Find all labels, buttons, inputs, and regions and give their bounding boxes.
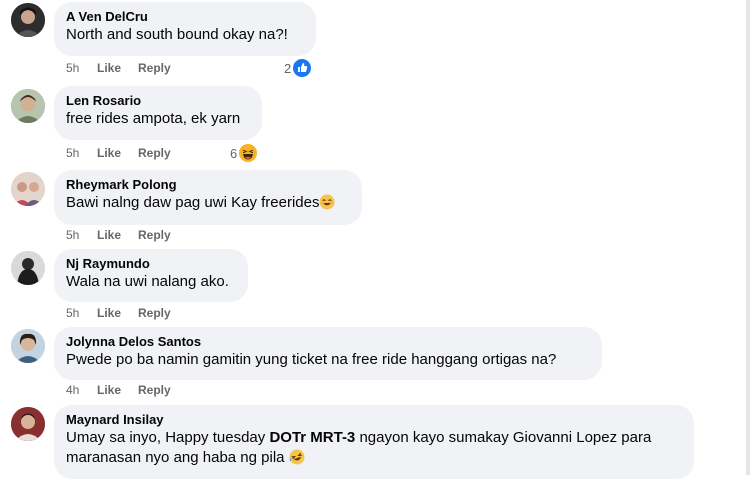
comment-bubble: Len Rosario free rides ampota, ek yarn [54,86,262,140]
reply-button[interactable]: Reply [138,146,171,160]
laughing-icon [289,449,305,471]
like-button[interactable]: Like [97,228,138,242]
reply-button[interactable]: Reply [138,306,171,320]
reply-button[interactable]: Reply [138,228,171,242]
like-button[interactable]: Like [97,306,138,320]
comment-time[interactable]: 5h [66,228,97,242]
comment-author[interactable]: Jolynna Delos Santos [66,333,590,350]
comment-text-body: Umay sa inyo, Happy tuesday [66,429,270,446]
like-button[interactable]: Like [97,61,138,75]
scrollbar-track[interactable] [746,0,750,475]
comment-bubble: A Ven DelCru North and south bound okay … [54,2,316,56]
comment-actions: 5h Like Reply [66,146,171,160]
comment-bubble: Nj Raymundo Wala na uwi nalang ako. [54,249,248,302]
comment-bubble: Jolynna Delos Santos Pwede po ba namin g… [54,327,602,380]
comment-text: North and south bound okay na?! [66,26,288,43]
comment-author[interactable]: A Ven DelCru [66,8,304,25]
comment-actions: 5h Like Reply [66,228,171,242]
comment-text: free rides ampota, ek yarn [66,110,241,127]
comment-author[interactable]: Maynard Insilay [66,411,682,428]
avatar[interactable] [11,329,45,363]
comment-text: Pwede po ba namin gamitin yung ticket na… [66,351,557,368]
comment-text: Bawi nalng daw pag uwi Kay freerides [66,193,350,216]
like-icon [293,59,312,77]
avatar[interactable] [11,3,45,37]
comment-actions: 4h Like Reply [66,383,171,397]
avatar[interactable] [11,251,45,285]
comment-time[interactable]: 5h [66,306,97,320]
haha-icon [239,144,258,162]
comment-text: Umay sa inyo, Happy tuesday DOTr MRT-3 n… [66,428,682,471]
avatar[interactable] [11,172,45,206]
comment-author[interactable]: Len Rosario [66,92,250,109]
reaction-count: 6 [230,145,238,161]
reaction-summary[interactable]: 2 [280,58,314,78]
avatar[interactable] [11,89,45,123]
comment-bubble: Maynard Insilay Umay sa inyo, Happy tues… [54,405,694,479]
comment-author[interactable]: Rheymark Polong [66,176,350,193]
comment-actions: 5h Like Reply [66,61,171,75]
comment-text: Wala na uwi nalang ako. [66,273,229,290]
reaction-count: 2 [284,60,292,76]
like-button[interactable]: Like [97,146,138,160]
reaction-summary[interactable]: 6 [226,143,260,163]
comment-author[interactable]: Nj Raymundo [66,255,236,272]
comment-time[interactable]: 4h [66,383,97,397]
reply-button[interactable]: Reply [138,61,171,75]
comment-bubble: Rheymark Polong Bawi nalng daw pag uwi K… [54,170,362,225]
comment-time[interactable]: 5h [66,61,97,75]
like-button[interactable]: Like [97,383,138,397]
comment-time[interactable]: 5h [66,146,97,160]
comment-text-body: Bawi nalng daw pag uwi Kay freerides [66,194,320,211]
avatar[interactable] [11,407,45,441]
reply-button[interactable]: Reply [138,383,171,397]
smile-icon [319,194,335,216]
comment-actions: 5h Like Reply [66,306,171,320]
mention-link[interactable]: DOTr MRT-3 [269,429,355,446]
